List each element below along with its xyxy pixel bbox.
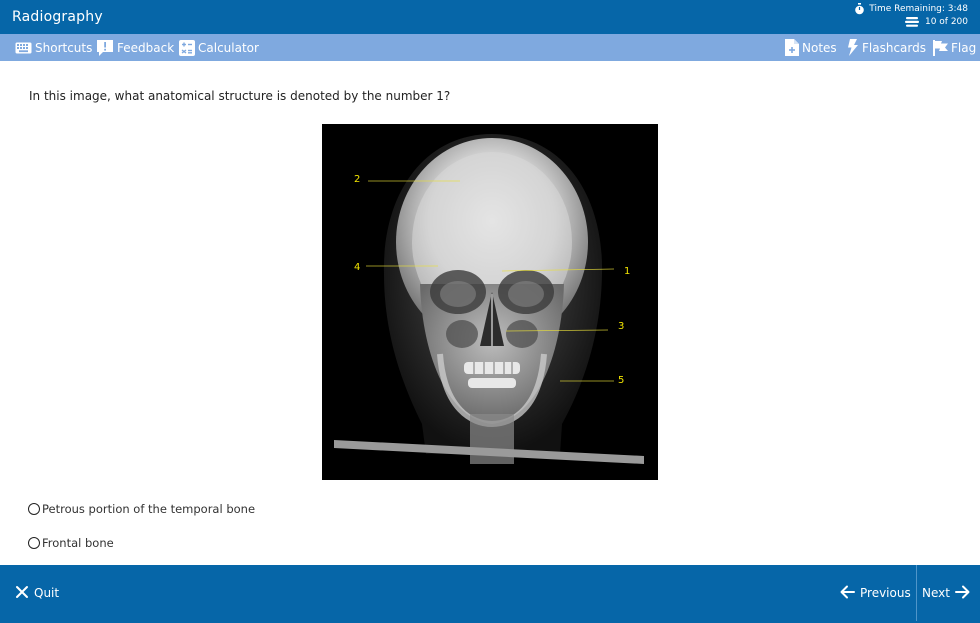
footer-divider — [916, 565, 917, 621]
marker-label-1: 1 — [624, 266, 630, 277]
calculator-icon — [179, 39, 195, 56]
flashcards-label: Flashcards — [862, 40, 926, 55]
xray-figure: 2 4 1 3 5 — [322, 124, 658, 480]
marker-label-4: 4 — [354, 262, 360, 273]
stopwatch-icon — [854, 3, 865, 15]
marker-label-2: 2 — [354, 174, 360, 185]
time-remaining: Time Remaining: 3:48 — [869, 4, 968, 14]
question-list-icon — [904, 17, 919, 27]
skull-xray-image: 2 4 1 3 5 — [322, 124, 658, 480]
feedback-icon — [96, 39, 114, 57]
question-text: In this image, what anatomical structure… — [29, 89, 451, 103]
previous-label: Previous — [860, 586, 911, 600]
previous-button[interactable]: Previous — [840, 565, 911, 621]
answer-option[interactable]: Frontal bone — [28, 535, 114, 551]
flag-icon — [933, 39, 948, 56]
title-bar: Radiography Time Remaining: 3:48 10 of 2… — [0, 0, 980, 34]
next-button[interactable]: Next — [922, 565, 970, 621]
quit-button[interactable]: Quit — [15, 565, 59, 621]
exam-app: Radiography Time Remaining: 3:48 10 of 2… — [0, 0, 980, 623]
question-progress: 10 of 200 — [904, 17, 968, 27]
page-title: Radiography — [12, 9, 103, 25]
radio-button[interactable] — [28, 503, 40, 515]
radio-button[interactable] — [28, 537, 40, 549]
shortcuts-label: Shortcuts — [35, 40, 93, 55]
flag-label: Flag — [951, 40, 977, 55]
arrow-left-icon — [840, 585, 855, 602]
next-label: Next — [922, 586, 950, 600]
arrow-right-icon — [954, 585, 970, 602]
calculator-label: Calculator — [198, 40, 259, 55]
close-icon — [15, 585, 29, 602]
answer-option[interactable]: Petrous portion of the temporal bone — [28, 501, 255, 517]
feedback-button[interactable]: Feedback — [96, 34, 174, 61]
calculator-button[interactable]: Calculator — [179, 34, 259, 61]
notes-icon — [785, 39, 799, 56]
question-counter: 10 of 200 — [924, 17, 968, 27]
timer: Time Remaining: 3:48 — [854, 3, 968, 15]
marker-label-5: 5 — [618, 375, 624, 386]
shortcuts-button[interactable]: Shortcuts — [15, 34, 92, 61]
quit-label: Quit — [34, 586, 60, 600]
footer-bar: Quit Previous Next — [0, 565, 980, 623]
flag-button[interactable]: Flag — [933, 34, 976, 61]
toolbar: Shortcuts Feedback Calculator Notes Flas… — [0, 34, 980, 61]
marker-label-3: 3 — [618, 321, 624, 332]
answer-option-label: Petrous portion of the temporal bone — [42, 502, 256, 516]
flashcards-icon — [847, 39, 859, 56]
flashcards-button[interactable]: Flashcards — [847, 34, 926, 61]
notes-label: Notes — [802, 40, 837, 55]
answer-option-label: Frontal bone — [42, 536, 114, 550]
notes-button[interactable]: Notes — [785, 34, 837, 61]
keyboard-icon — [15, 42, 32, 54]
feedback-label: Feedback — [117, 40, 175, 55]
